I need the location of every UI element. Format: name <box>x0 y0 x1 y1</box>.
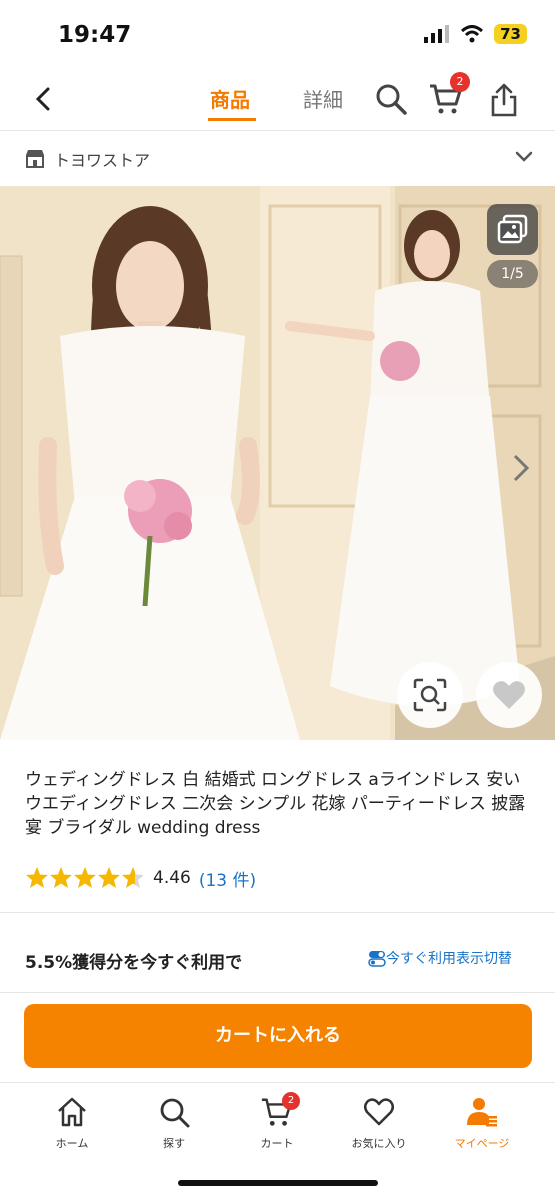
nav-bar: 商品 詳細 2 <box>0 70 555 131</box>
tab-mypage-label: マイページ <box>454 1137 510 1150</box>
user-icon <box>467 1098 497 1127</box>
tab-cart-badge: 2 <box>282 1092 300 1110</box>
divider <box>0 912 555 913</box>
tab-favorites[interactable]: お気に入り <box>339 1091 419 1151</box>
status-icons: 73 <box>424 24 527 44</box>
wifi-icon <box>461 25 484 43</box>
cart-badge: 2 <box>450 72 470 92</box>
add-to-cart-button[interactable]: カートに入れる <box>24 1004 532 1068</box>
image-search-icon <box>413 678 447 712</box>
points-display-toggle[interactable]: 今すぐ利用表示切替 <box>368 948 512 968</box>
status-bar: 19:47 73 <box>0 0 555 70</box>
product-title: ウェディングドレス 白 結婚式 ロングドレス aラインドレス 安い ウエディング… <box>25 770 526 838</box>
share-icon[interactable] <box>489 82 519 118</box>
tab-mypage[interactable]: マイページ <box>442 1091 522 1151</box>
store-name: トヨワストア <box>54 151 151 170</box>
image-search-button[interactable] <box>397 662 463 728</box>
review-count-link[interactable]: (13 件) <box>199 866 256 891</box>
tab-detail[interactable]: 詳細 <box>303 84 343 113</box>
points-label: 5.5%獲得分を今すぐ利用で <box>25 953 243 973</box>
back-chevron-icon[interactable] <box>30 85 58 113</box>
toggle-icon <box>368 951 386 967</box>
image-counter: 1/5 <box>487 260 538 288</box>
home-icon <box>58 1097 86 1127</box>
rating-value: 4.46 <box>153 868 191 888</box>
status-time: 19:47 <box>58 22 132 48</box>
search-icon[interactable] <box>374 82 408 116</box>
chevron-down-icon[interactable] <box>514 150 534 164</box>
tab-home-label: ホーム <box>55 1137 89 1150</box>
tab-cart-label: カート <box>260 1137 294 1150</box>
gallery-icon <box>497 214 528 244</box>
star-rating-icon <box>26 867 143 888</box>
tab-active-indicator <box>208 118 256 121</box>
product-image-gallery[interactable] <box>0 186 555 740</box>
tab-favorites-label: お気に入り <box>351 1137 407 1150</box>
heart-icon <box>364 1098 394 1126</box>
search-icon <box>160 1098 190 1128</box>
photo-list-button[interactable] <box>487 204 538 255</box>
store-bar[interactable]: トヨワストア <box>0 131 555 185</box>
favorite-button[interactable] <box>476 662 542 728</box>
tab-goods[interactable]: 商品 <box>210 84 250 113</box>
divider <box>0 992 555 993</box>
heart-icon <box>493 681 525 709</box>
product-rating[interactable]: 4.46 (13 件) <box>25 865 256 891</box>
tab-cart[interactable]: カート 2 <box>237 1091 317 1151</box>
tab-search-label: 探す <box>163 1137 185 1150</box>
signal-icon <box>424 25 450 43</box>
points-toggle-label: 今すぐ利用表示切替 <box>386 951 512 967</box>
store-icon <box>26 150 44 168</box>
tab-home[interactable]: ホーム <box>32 1091 112 1151</box>
product-photo <box>0 186 555 740</box>
battery-indicator: 73 <box>494 24 527 44</box>
home-indicator <box>178 1180 378 1186</box>
tab-search[interactable]: 探す <box>134 1091 214 1151</box>
